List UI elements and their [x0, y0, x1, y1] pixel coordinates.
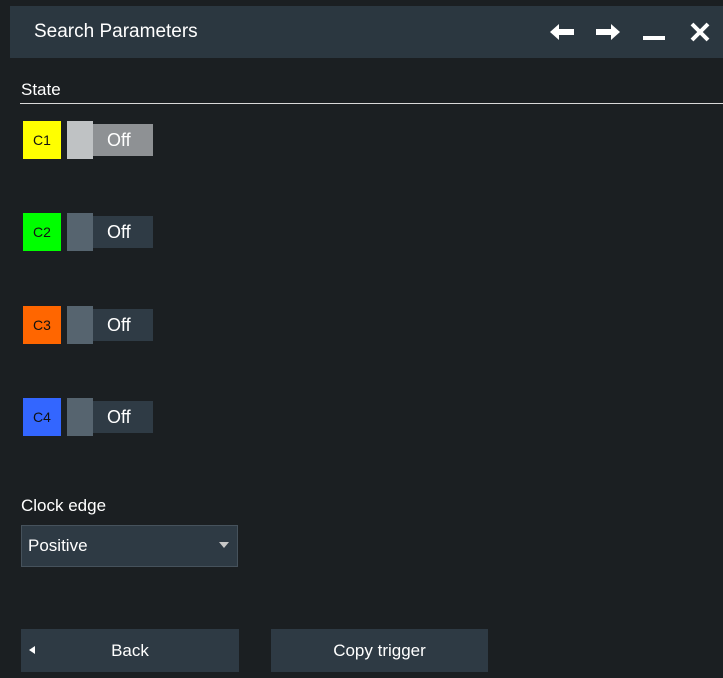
back-button[interactable]: Back	[21, 629, 239, 672]
channel-badge: C4	[23, 398, 61, 436]
channel-toggle[interactable]: Off	[67, 306, 153, 344]
clock-edge-value: Positive	[28, 536, 88, 555]
state-divider	[20, 103, 723, 104]
clock-edge-label: Clock edge	[21, 496, 107, 515]
minimize-icon[interactable]	[631, 6, 677, 58]
back-button-label: Back	[111, 641, 149, 660]
channel-badge: C3	[23, 306, 61, 344]
channel-row-c2: C2 Off	[23, 213, 153, 251]
channel-row-c3: C3 Off	[23, 306, 153, 344]
toggle-knob	[67, 121, 93, 159]
channel-toggle[interactable]: Off	[67, 121, 153, 159]
toggle-knob	[67, 398, 93, 436]
toggle-knob	[67, 213, 93, 251]
toggle-label: Off	[107, 130, 131, 150]
arrow-left-icon[interactable]	[539, 6, 585, 58]
search-parameters-panel: State C1 Off C2 Off C3 Off C4 Off Clock …	[10, 58, 723, 678]
close-icon[interactable]	[677, 6, 723, 58]
clock-edge-select[interactable]: Positive	[21, 525, 238, 567]
title-bar-controls	[539, 6, 723, 58]
toggle-label: Off	[107, 407, 131, 427]
channel-toggle[interactable]: Off	[67, 213, 153, 251]
channel-row-c1: C1 Off	[23, 121, 153, 159]
channel-badge: C2	[23, 213, 61, 251]
toggle-label: Off	[107, 222, 131, 242]
caret-left-icon	[29, 646, 35, 654]
title-bar: Search Parameters	[10, 6, 723, 58]
copy-trigger-label: Copy trigger	[333, 641, 426, 660]
window-title: Search Parameters	[34, 21, 198, 42]
chevron-down-icon	[219, 542, 229, 548]
copy-trigger-button[interactable]: Copy trigger	[271, 629, 488, 672]
channel-toggle[interactable]: Off	[67, 398, 153, 436]
state-label: State	[21, 80, 61, 99]
arrow-right-icon[interactable]	[585, 6, 631, 58]
toggle-knob	[67, 306, 93, 344]
toggle-label: Off	[107, 315, 131, 335]
channel-row-c4: C4 Off	[23, 398, 153, 436]
channel-badge: C1	[23, 121, 61, 159]
